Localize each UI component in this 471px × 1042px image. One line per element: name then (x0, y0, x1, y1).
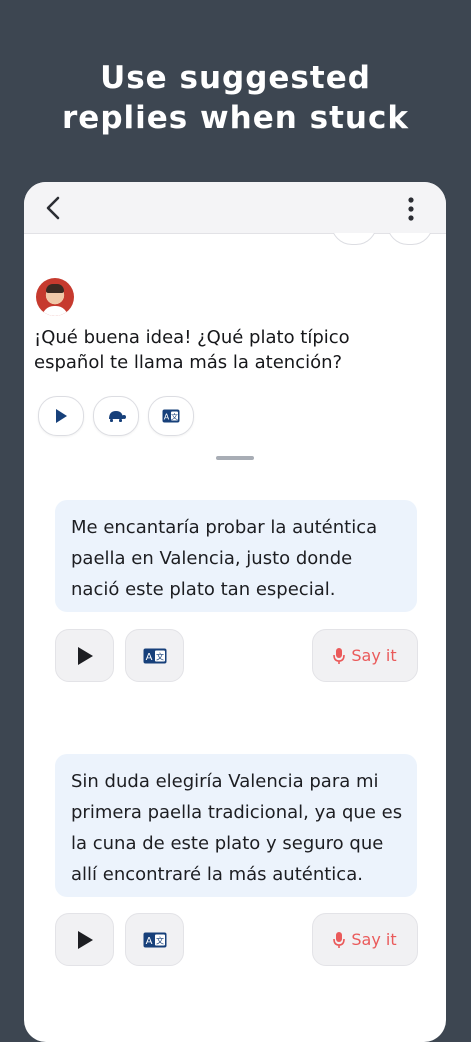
play-suggestion-button[interactable] (55, 629, 114, 682)
svg-text:文: 文 (156, 935, 164, 945)
previous-tool-button[interactable] (331, 233, 377, 245)
suggestion-line: Me encantaría probar la auténtica (71, 517, 378, 538)
play-icon (77, 646, 93, 665)
say-it-button[interactable]: Say it (312, 629, 418, 682)
headline-line-2: replies when stuck (62, 100, 409, 136)
microphone-icon (333, 647, 346, 664)
top-bar (24, 182, 446, 234)
say-it-label: Say it (351, 930, 397, 949)
suggested-reply[interactable]: Sin duda elegiría Valencia para mi prime… (55, 754, 417, 897)
sheet-drag-handle[interactable] (216, 456, 254, 460)
suggested-reply[interactable]: Me encantaría probar la auténtica paella… (55, 500, 417, 612)
previous-tool-button[interactable] (387, 233, 433, 245)
translate-suggestion-button[interactable]: A 文 (125, 629, 184, 682)
avatar (36, 278, 74, 316)
suggestion-line: allí encontraré la más auténtica. (71, 864, 363, 885)
phone-screen: ¡Qué buena idea! ¿Qué plato típico españ… (24, 182, 446, 1042)
suggestion-line: nació este plato tan especial. (71, 579, 336, 600)
translate-icon: A 文 (162, 409, 180, 423)
suggestion-line: paella en Valencia, justo donde (71, 548, 353, 569)
message-line: ¡Qué buena idea! ¿Qué plato típico (34, 327, 350, 348)
headline-line-1: Use suggested (100, 60, 371, 96)
chevron-left-icon (46, 196, 60, 220)
microphone-icon (333, 931, 346, 948)
svg-text:A: A (164, 413, 170, 422)
message-line: español te llama más la atención? (34, 352, 343, 373)
svg-text:A: A (145, 652, 152, 663)
svg-text:文: 文 (156, 651, 164, 661)
svg-text:A: A (145, 936, 152, 947)
say-it-button[interactable]: Say it (312, 913, 418, 966)
suggestion-line: Sin duda elegiría Valencia para mi (71, 771, 379, 792)
headline: Use suggested replies when stuck (0, 58, 471, 138)
slow-audio-button[interactable] (93, 396, 139, 436)
suggestion-line: la cuna de este plato y seguro que (71, 833, 384, 854)
translate-message-button[interactable]: A 文 (148, 396, 194, 436)
turtle-slow-icon (109, 411, 126, 422)
play-suggestion-button[interactable] (55, 913, 114, 966)
translate-icon: A 文 (143, 648, 166, 663)
translate-suggestion-button[interactable]: A 文 (125, 913, 184, 966)
more-vertical-icon (408, 197, 414, 221)
say-it-label: Say it (351, 646, 397, 665)
more-options-button[interactable] (406, 196, 416, 222)
suggestion-line: primera paella tradicional, ya que es (71, 802, 403, 823)
back-button[interactable] (40, 194, 68, 222)
play-audio-button[interactable] (38, 396, 84, 436)
tutor-message: ¡Qué buena idea! ¿Qué plato típico españ… (34, 325, 434, 375)
previous-message-tools (24, 233, 446, 245)
play-icon (56, 409, 67, 423)
svg-text:文: 文 (171, 412, 178, 421)
translate-icon: A 文 (143, 932, 166, 947)
play-icon (77, 930, 93, 949)
